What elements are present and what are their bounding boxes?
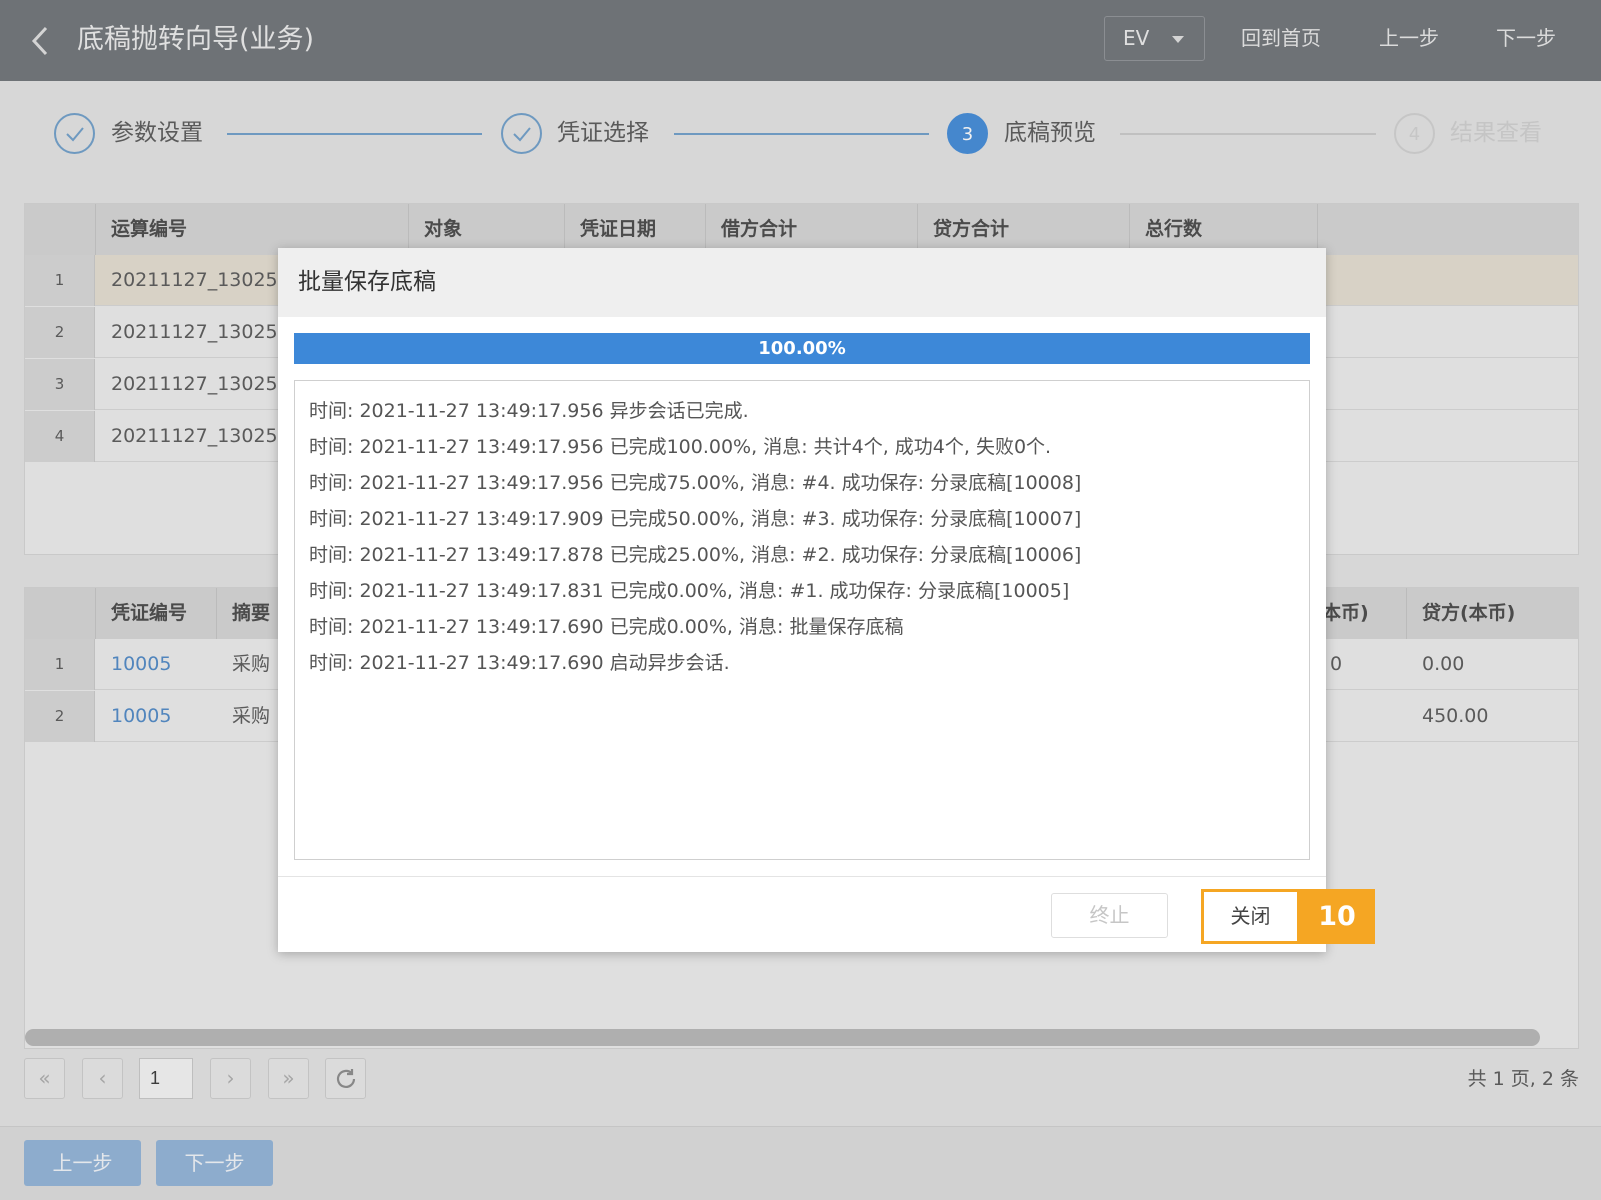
dialog-footer <box>278 876 1326 952</box>
progress-text: 100.00% <box>758 338 846 359</box>
log-line: 时间: 2021-11-27 13:49:17.909 已完成50.00%, 消… <box>309 508 1082 530</box>
log-line: 时间: 2021-11-27 13:49:17.690 启动异步会话. <box>309 652 730 674</box>
progress-bar: 100.00% <box>294 333 1310 364</box>
log-panel[interactable]: 时间: 2021-11-27 13:49:17.956 异步会话已完成. 时间:… <box>294 380 1310 860</box>
close-button[interactable]: 关闭 <box>1201 889 1300 944</box>
dialog-header: 批量保存底稿 <box>278 248 1326 317</box>
dialog-title: 批量保存底稿 <box>298 269 436 295</box>
stop-button[interactable]: 终止 <box>1051 893 1168 938</box>
log-line: 时间: 2021-11-27 13:49:17.690 已完成0.00%, 消息… <box>309 616 904 638</box>
log-line: 时间: 2021-11-27 13:49:17.956 已完成100.00%, … <box>309 436 1052 458</box>
batch-save-dialog: 批量保存底稿 100.00% 时间: 2021-11-27 13:49:17.9… <box>278 248 1375 952</box>
step-number-badge: 10 <box>1299 889 1375 944</box>
log-line: 时间: 2021-11-27 13:49:17.831 已完成0.00%, 消息… <box>309 580 1070 602</box>
log-line: 时间: 2021-11-27 13:49:17.878 已完成25.00%, 消… <box>309 544 1082 566</box>
log-line: 时间: 2021-11-27 13:49:17.956 异步会话已完成. <box>309 400 749 422</box>
log-line: 时间: 2021-11-27 13:49:17.956 已完成75.00%, 消… <box>309 472 1082 494</box>
